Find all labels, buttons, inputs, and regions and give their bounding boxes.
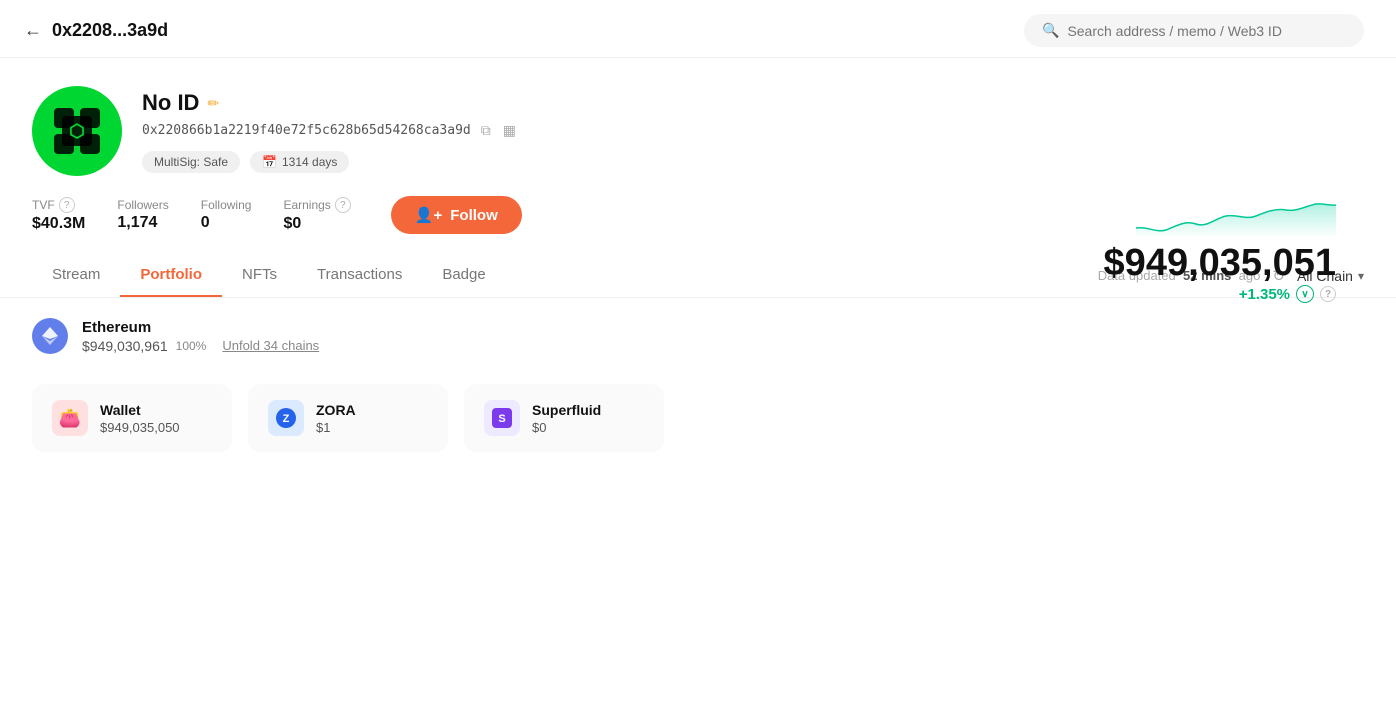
address-title: 0x2208...3a9d [52, 20, 168, 41]
address-full: 0x220866b1a2219f40e72f5c628b65d54268ca3a… [142, 123, 471, 138]
wallet-info: Wallet $949,035,050 [100, 402, 180, 435]
profile-name-row: No ID ✏ [142, 90, 1364, 116]
followers-value: 1,174 [117, 214, 168, 232]
header: ← 0x2208...3a9d 🔍 [0, 0, 1396, 58]
tab-nfts[interactable]: NFTs [222, 254, 297, 297]
stat-followers: Followers 1,174 [117, 198, 168, 232]
tab-transactions[interactable]: Transactions [297, 254, 422, 297]
change-down-icon[interactable]: ∨ [1296, 285, 1314, 303]
chain-name: Ethereum [82, 319, 319, 336]
wallet-value: $949,035,050 [100, 420, 180, 435]
stat-following: Following 0 [201, 198, 252, 232]
portfolio-content: Ethereum $949,030,961 100% Unfold 34 cha… [0, 298, 1396, 472]
profile-name: No ID [142, 90, 199, 116]
stat-earnings: Earnings ? $0 [283, 197, 350, 233]
days-badge: 📅 1314 days [250, 151, 349, 173]
tab-stream[interactable]: Stream [32, 254, 120, 297]
svg-text:S: S [498, 413, 505, 425]
badge-row: MultiSig: Safe 📅 1314 days [142, 151, 1364, 173]
wallet-icon: 👛 [52, 400, 88, 436]
superfluid-info: Superfluid $0 [532, 402, 601, 435]
follow-button[interactable]: 👤+ Follow [391, 196, 522, 234]
chain-percent: 100% [176, 339, 207, 353]
portfolio-value-section: $949,035,051 +1.35% ∨ ? [1104, 198, 1336, 303]
wallet-card: 👛 Wallet $949,035,050 [32, 384, 232, 452]
superfluid-icon: S [484, 400, 520, 436]
tvf-help-icon[interactable]: ? [59, 197, 75, 213]
multisig-badge: MultiSig: Safe [142, 151, 240, 173]
ethereum-icon [32, 318, 68, 354]
profile-section: ⬡ No ID ✏ 0x220866b1a2219f40e72f5c628b65… [0, 58, 1396, 192]
tvf-value: $40.3M [32, 215, 85, 233]
tab-portfolio[interactable]: Portfolio [120, 254, 222, 297]
avatar: ⬡ [32, 86, 122, 176]
tab-badge[interactable]: Badge [422, 254, 505, 297]
main-content: $949,035,051 +1.35% ∨ ? ⬡ No ID ✏ [0, 58, 1396, 472]
zora-card: Z ZORA $1 [248, 384, 448, 452]
portfolio-amount: $949,035,051 [1104, 242, 1336, 285]
wallet-name: Wallet [100, 402, 180, 418]
superfluid-card: S Superfluid $0 [464, 384, 664, 452]
search-bar[interactable]: 🔍 [1024, 14, 1364, 47]
portfolio-help-icon[interactable]: ? [1320, 286, 1336, 302]
header-left: ← 0x2208...3a9d [24, 20, 168, 41]
following-value: 0 [201, 214, 252, 232]
protocol-cards: 👛 Wallet $949,035,050 Z ZORA $1 [32, 384, 1364, 452]
search-icon: 🔍 [1042, 22, 1059, 39]
superfluid-value: $0 [532, 420, 601, 435]
edit-icon[interactable]: ✏ [207, 95, 219, 112]
chain-info: Ethereum $949,030,961 100% Unfold 34 cha… [82, 319, 319, 354]
stat-tvf: TVF ? $40.3M [32, 197, 85, 233]
earnings-help-icon[interactable]: ? [335, 197, 351, 213]
copy-address-button[interactable]: ⧉ [479, 122, 493, 139]
portfolio-change: +1.35% ∨ ? [1104, 285, 1336, 303]
chain-row: Ethereum $949,030,961 100% Unfold 34 cha… [32, 318, 1364, 364]
chain-value: $949,030,961 100% Unfold 34 chains [82, 338, 319, 354]
profile-info: No ID ✏ 0x220866b1a2219f40e72f5c628b65d5… [142, 86, 1364, 173]
earnings-value: $0 [283, 215, 350, 233]
following-label: Following [201, 198, 252, 212]
earnings-label: Earnings ? [283, 197, 350, 213]
zora-icon: Z [268, 400, 304, 436]
calendar-icon: 📅 [262, 155, 277, 169]
zora-name: ZORA [316, 402, 356, 418]
follow-person-icon: 👤+ [415, 206, 442, 224]
zora-info: ZORA $1 [316, 402, 356, 435]
zora-value: $1 [316, 420, 356, 435]
followers-label: Followers [117, 198, 168, 212]
superfluid-name: Superfluid [532, 402, 601, 418]
qr-code-button[interactable]: ▦ [501, 122, 518, 139]
unfold-chains-link[interactable]: Unfold 34 chains [222, 338, 319, 353]
search-input[interactable] [1067, 23, 1346, 39]
address-row: 0x220866b1a2219f40e72f5c628b65d54268ca3a… [142, 122, 1364, 139]
svg-text:⬡: ⬡ [69, 121, 85, 141]
back-button[interactable]: ← [24, 20, 42, 41]
chevron-down-icon: ▾ [1358, 269, 1364, 283]
svg-text:Z: Z [283, 413, 290, 425]
tvf-label: TVF ? [32, 197, 85, 213]
sparkline [1136, 198, 1336, 238]
